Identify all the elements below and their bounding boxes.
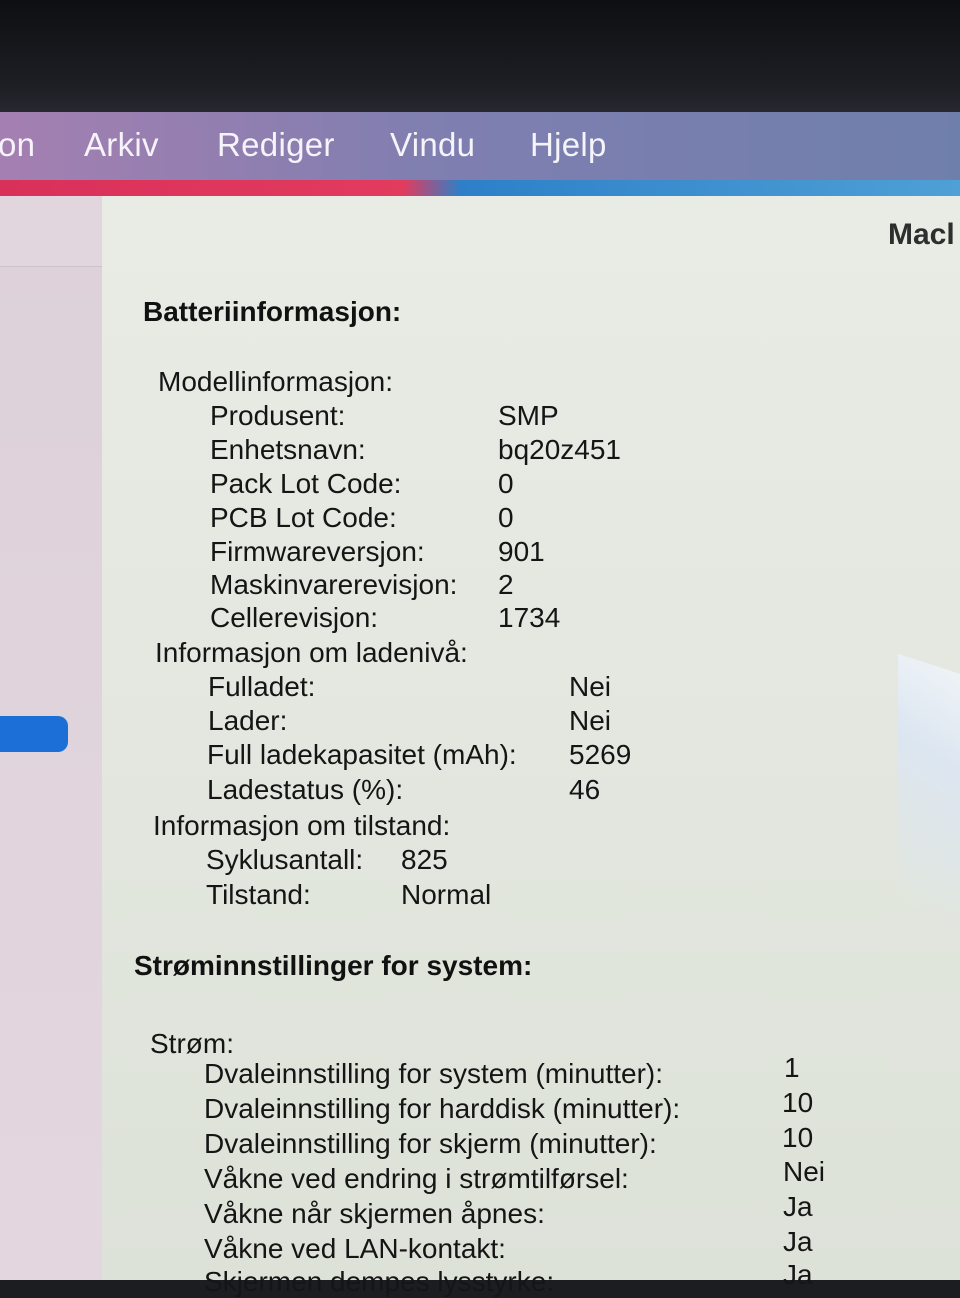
menu-bar: on Arkiv Rediger Vindu Hjelp [0,112,960,180]
row-label: Skjermen dempes lysstyrke: [204,1266,555,1297]
power-heading: Strøminnstillinger for system: [134,950,533,981]
charge-info-label: Informasjon om ladenivå: [155,637,468,668]
row-value: Ja [783,1191,813,1222]
row-value: Nei [569,671,612,702]
row-value: 0 [498,468,514,499]
row-value: 2 [498,569,514,600]
row-label: Ladestatus (%): [207,774,404,805]
row-value: 5269 [569,739,632,770]
menu-app-name[interactable]: on [0,126,35,164]
row-label: Produsent: [210,400,346,431]
row-value: Normal [401,879,492,910]
menu-hjelp[interactable]: Hjelp [530,126,607,164]
model-info-label: Modellinformasjon: [158,366,393,397]
row-label: Maskinvarerevisjon: [210,569,458,600]
row-value: 901 [498,536,545,567]
row-value: Ja [783,1226,813,1257]
row-label: Enhetsnavn: [210,434,366,465]
row-value: 10 [782,1122,814,1153]
menu-arkiv[interactable]: Arkiv [84,126,159,164]
row-label: Tilstand: [206,879,311,910]
device-title: Macl [888,218,955,251]
row-label: Dvaleinnstilling for system (minutter): [204,1058,664,1089]
row-value: bq20z451 [498,434,622,465]
row-value: SMP [498,400,559,431]
row-label: Dvaleinnstilling for harddisk (minutter)… [204,1093,681,1124]
row-label: Våkne ved LAN-kontakt: [204,1233,506,1264]
row-label: Våkne ved endring i strømtilførsel: [204,1163,629,1194]
row-value: Nei [569,705,612,736]
row-value: Ja [783,1259,813,1290]
row-label: Firmwareversjon: [210,536,425,567]
row-label: PCB Lot Code: [210,502,397,533]
row-value: 1 [784,1052,800,1083]
sidebar [0,196,103,1280]
row-label: Våkne når skjermen åpnes: [204,1198,545,1229]
menu-rediger[interactable]: Rediger [217,126,335,164]
screen-glare [898,653,960,1069]
row-label: Pack Lot Code: [210,468,402,499]
menu-vindu[interactable]: Vindu [390,126,475,164]
row-value: 825 [401,844,448,875]
row-value: 10 [782,1087,814,1118]
sidebar-selected-item[interactable] [0,716,68,752]
health-info-label: Informasjon om tilstand: [153,810,451,841]
accent-stripe [0,180,960,196]
row-label: Syklusantall: [206,844,364,875]
sidebar-header [0,196,102,267]
row-value: 1734 [498,602,561,633]
monitor-bezel [0,0,960,120]
row-value: 46 [569,774,601,805]
battery-heading: Batteriinformasjon: [143,296,402,327]
row-label: Fulladet: [208,671,316,702]
row-label: Dvaleinnstilling for skjerm (minutter): [204,1128,657,1159]
power-section-label: Strøm: [150,1028,234,1059]
row-value: 0 [498,502,514,533]
row-label: Cellerevisjon: [210,602,379,633]
row-label: Full ladekapasitet (mAh): [207,739,517,770]
row-label: Lader: [208,705,288,736]
row-value: Nei [783,1156,826,1187]
